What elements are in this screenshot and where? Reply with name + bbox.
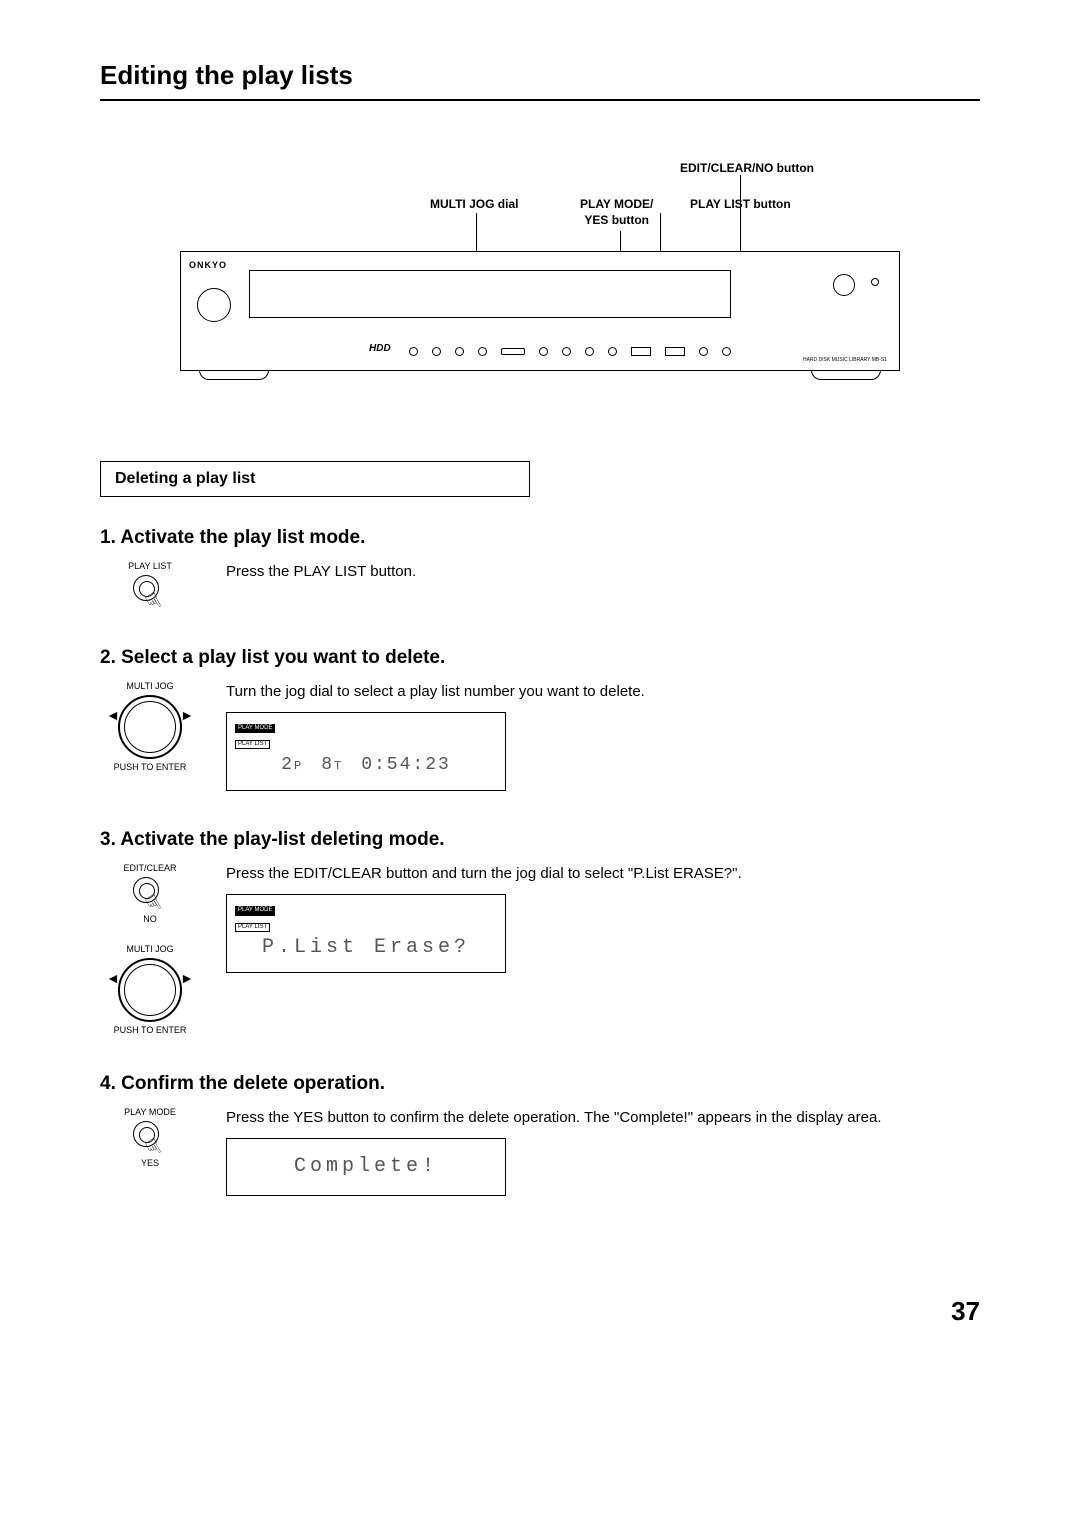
lcd-display-1: PLAY MODE PLAY LIST 2P 8T 0:54:23 [226, 712, 506, 792]
step-1-body: Press the PLAY LIST button. [226, 561, 980, 582]
hdd-label: HDD [369, 343, 391, 354]
lcd-segment-text: P.List Erase? [235, 934, 497, 962]
section-box: Deleting a play list [100, 461, 530, 497]
section-box-title: Deleting a play list [115, 470, 515, 488]
edit-clear-button-icon: EDIT/CLEAR ☟ NO [123, 863, 176, 924]
step-3-heading: 3. Activate the play-list deleting mode. [100, 829, 980, 851]
brand-label: ONKYO [189, 260, 227, 270]
multi-jog-dial-icon: MULTI JOG ◄ ► PUSH TO ENTER [110, 944, 190, 1035]
callout-multi-jog: MULTI JOG dial [430, 197, 518, 213]
callout-edit-clear-no: EDIT/CLEAR/NO button [680, 161, 814, 177]
page-title: Editing the play lists [100, 60, 980, 101]
device-panel: ONKYO HDD HARD DISK MUSIC LIBRARY MB-S1 [180, 251, 900, 371]
step-1-heading: 1. Activate the play list mode. [100, 527, 980, 549]
callout-play-mode-yes: PLAY MODE/ YES button [580, 197, 653, 228]
lcd-segment-text: 2P [281, 753, 303, 778]
step-4: 4. Confirm the delete operation. PLAY MO… [100, 1073, 980, 1196]
step-3: 3. Activate the play-list deleting mode.… [100, 829, 980, 1035]
play-list-button-icon: PLAY LIST ☟ [128, 561, 172, 609]
lcd-display-3: Complete! [226, 1138, 506, 1196]
lcd-display-2: PLAY MODE PLAY LIST P.List Erase? [226, 894, 506, 972]
step-2-heading: 2. Select a play list you want to delete… [100, 647, 980, 669]
model-label: HARD DISK MUSIC LIBRARY MB-S1 [803, 357, 887, 363]
finger-press-icon: ☟ [141, 587, 166, 616]
step-4-heading: 4. Confirm the delete operation. [100, 1073, 980, 1095]
step-3-body: Press the EDIT/CLEAR button and turn the… [226, 863, 980, 884]
bottom-button-row [409, 347, 881, 356]
display-window [249, 270, 731, 318]
page-number: 37 [100, 1296, 980, 1327]
step-2: 2. Select a play list you want to delete… [100, 647, 980, 792]
device-diagram: EDIT/CLEAR/NO button MULTI JOG dial PLAY… [180, 161, 900, 371]
step-2-body: Turn the jog dial to select a play list … [226, 681, 980, 702]
jog-knob-icon [833, 274, 855, 296]
step-1: 1. Activate the play list mode. PLAY LIS… [100, 527, 980, 609]
multi-jog-dial-icon: MULTI JOG ◄ ► PUSH TO ENTER [110, 681, 190, 772]
step-4-body: Press the YES button to confirm the dele… [226, 1107, 980, 1128]
button-icon [871, 278, 879, 286]
standby-knob-icon [197, 288, 231, 322]
play-mode-yes-button-icon: PLAY MODE ☟ YES [124, 1107, 176, 1168]
lcd-segment-text: Complete! [237, 1153, 495, 1181]
